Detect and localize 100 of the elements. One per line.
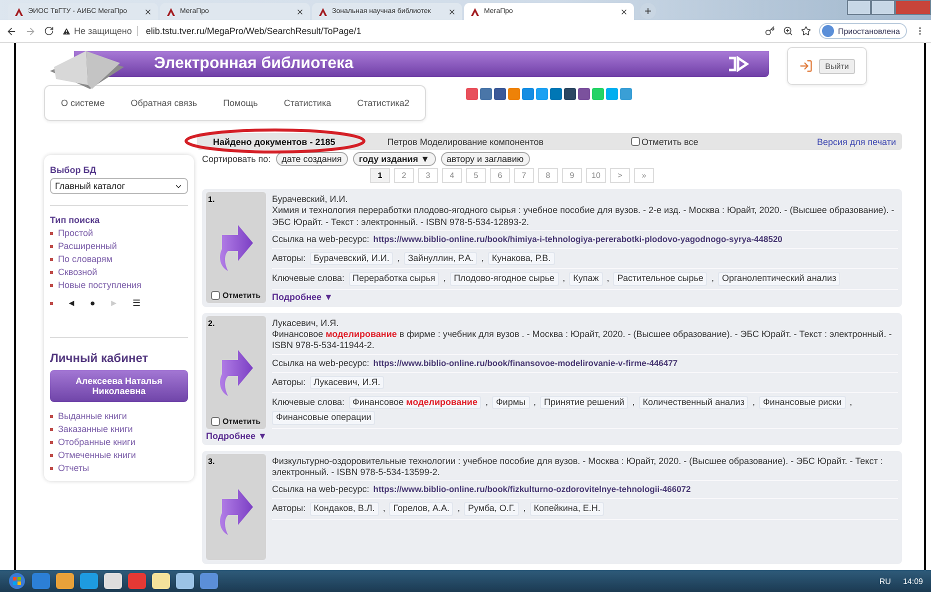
language-indicator[interactable]: RU [879, 576, 891, 586]
security-label[interactable]: Не защищено [74, 26, 132, 36]
cabinet-link[interactable]: Выданные книги [50, 411, 188, 421]
search-type-link[interactable]: Расширенный [50, 241, 188, 251]
share-icon[interactable] [550, 88, 562, 100]
nav-link[interactable]: О системе [61, 98, 105, 108]
zoom-icon[interactable] [782, 26, 793, 36]
more-link[interactable]: Подробнее ▼ [206, 430, 898, 440]
nav-link[interactable]: Статистика [284, 98, 332, 108]
search-type-link[interactable]: Простой [50, 228, 188, 238]
keyword-tag[interactable]: Принятие решений [540, 396, 628, 410]
cabinet-link[interactable]: Отобранные книги [50, 437, 188, 447]
user-button[interactable]: Алексеева Наталья Николаевна [50, 370, 188, 402]
sort-button[interactable]: году издания ▼ [352, 152, 436, 166]
taskbar-app-icon[interactable] [80, 573, 98, 589]
keyword-tag[interactable]: Переработка сырья [348, 272, 440, 286]
taskbar-app-icon[interactable] [176, 573, 194, 589]
nav-control[interactable]: ☰ [132, 298, 140, 308]
resource-link[interactable]: https://www.biblio-online.ru/book/finansovoe-modelirovanie-v-firme-446477 [373, 358, 678, 368]
page-link[interactable]: 10 [586, 168, 606, 183]
link-label: Ссылка на web-ресурс: [272, 484, 370, 496]
more-link[interactable]: Подробнее ▼ [272, 292, 898, 303]
separator: , [485, 397, 488, 408]
page-link[interactable]: 7 [514, 168, 534, 183]
page-link[interactable]: > [610, 168, 630, 183]
found-count: Найдено документов - 2185 [212, 136, 336, 148]
author-tag[interactable]: Лукасевич, И.Я. [310, 376, 384, 389]
select-all-checkbox[interactable] [630, 137, 640, 146]
search-type-link[interactable]: По словарям [50, 254, 188, 264]
share-icon[interactable] [564, 88, 576, 100]
logout-button[interactable]: Выйти [819, 58, 855, 74]
cabinet-link[interactable]: Отчеты [50, 463, 188, 473]
close-icon[interactable] [620, 8, 628, 16]
author-tag[interactable]: Бурачевский, И.И. [310, 252, 394, 266]
page-link[interactable]: 1 [370, 168, 390, 183]
start-icon[interactable] [8, 572, 26, 590]
keyword-tag[interactable]: Количественный анализ [638, 396, 748, 410]
checkbox-label[interactable]: Отметить все [642, 136, 698, 146]
back-icon[interactable] [6, 26, 17, 36]
page-link[interactable]: 3 [418, 168, 438, 183]
catalog-select[interactable]: Главный каталог [50, 178, 188, 194]
resource-link[interactable]: https://www.biblio-online.ru/book/himiya-i-tehnologiya-pererabotki-plodovo-yagodnogo-syrya-448520 [373, 234, 782, 245]
page-link[interactable]: 4 [442, 168, 462, 183]
checkbox-label[interactable]: Отметить [222, 416, 261, 426]
taskbar-app-icon[interactable] [152, 573, 170, 589]
page-link[interactable]: 8 [538, 168, 558, 183]
keyword-tag[interactable]: Плодово-ягодное сырье [450, 272, 559, 286]
keyword-tag[interactable]: Финансовые операции [272, 411, 376, 424]
keyword-tag[interactable]: Купаж [569, 272, 603, 286]
clock[interactable]: 14:09 [902, 576, 923, 586]
close-icon[interactable] [144, 8, 152, 16]
page-link[interactable]: 5 [466, 168, 486, 183]
share-icon[interactable] [494, 88, 506, 100]
page-link[interactable]: 6 [490, 168, 510, 183]
author-tag[interactable]: Горелов, А.А. [389, 502, 454, 516]
maximize-button[interactable] [871, 0, 895, 15]
author-tag[interactable]: Румба, О.Г. [464, 502, 520, 516]
logout-icon[interactable] [799, 59, 814, 73]
star-icon[interactable] [800, 26, 811, 36]
share-icon[interactable] [480, 88, 492, 100]
taskbar-app-icon[interactable] [56, 573, 74, 589]
page-link[interactable]: 2 [394, 168, 414, 183]
close-icon[interactable] [448, 8, 456, 16]
resource-link[interactable]: https://www.biblio-online.ru/book/fizkulturno-ozdorovitelnye-tehnologii-466072 [373, 484, 691, 495]
nav-link[interactable]: Статистика2 [357, 98, 410, 108]
keyword-tag[interactable]: Фирмы [492, 396, 530, 410]
nav-link[interactable]: Помощь [223, 98, 258, 108]
profile-button[interactable]: Приостановлена [818, 23, 907, 39]
nav-link[interactable]: Обратная связь [130, 98, 198, 108]
keyword-tag[interactable]: Финансовое моделирование [348, 396, 482, 410]
taskbar-app-icon[interactable] [104, 573, 122, 589]
print-link[interactable]: Версия для печати [816, 136, 902, 146]
nav-control[interactable]: ● [90, 298, 96, 308]
author-tag[interactable]: Копейкина, Е.Н. [530, 502, 604, 516]
key-icon[interactable] [764, 26, 775, 36]
close-icon[interactable] [296, 8, 304, 16]
checkbox-label[interactable]: Отметить [222, 290, 261, 300]
author-tag[interactable]: Кунакова, Р.В. [488, 252, 555, 266]
author-tag[interactable]: Зайнуллин, Р.А. [404, 252, 478, 266]
author-tag[interactable]: Кондаков, В.Л. [310, 502, 379, 516]
new-tab-button[interactable]: + [640, 3, 656, 19]
mark-checkbox[interactable] [211, 290, 220, 300]
search-type-link[interactable]: Сквозной [50, 267, 188, 277]
keyword-tag[interactable]: Органолептический анализ [718, 272, 840, 286]
keyword-tag[interactable]: Растительное сырье [613, 272, 708, 286]
minimize-button[interactable] [847, 0, 871, 15]
sort-button[interactable]: дате создания [276, 152, 348, 166]
forward-icon[interactable] [25, 26, 36, 36]
sort-button[interactable]: автору и заглавию [440, 152, 530, 166]
reload-icon[interactable] [44, 26, 54, 36]
nav-control[interactable]: ◄ [67, 298, 76, 308]
keyword-tag[interactable]: Финансовые риски [758, 396, 846, 410]
page-link[interactable]: 9 [562, 168, 582, 183]
mark-checkbox[interactable] [211, 416, 220, 426]
page-link[interactable]: » [634, 168, 654, 183]
search-type-link[interactable]: Новые поступления [50, 280, 188, 290]
share-icon[interactable] [578, 88, 590, 100]
cabinet-link[interactable]: Заказанные книги [50, 424, 188, 434]
address-field[interactable]: elib.tstu.tver.ru/MegaPro/Web/SearchResult/ToPage/1 [146, 26, 757, 36]
cabinet-link[interactable]: Отмеченные книги [50, 450, 188, 460]
